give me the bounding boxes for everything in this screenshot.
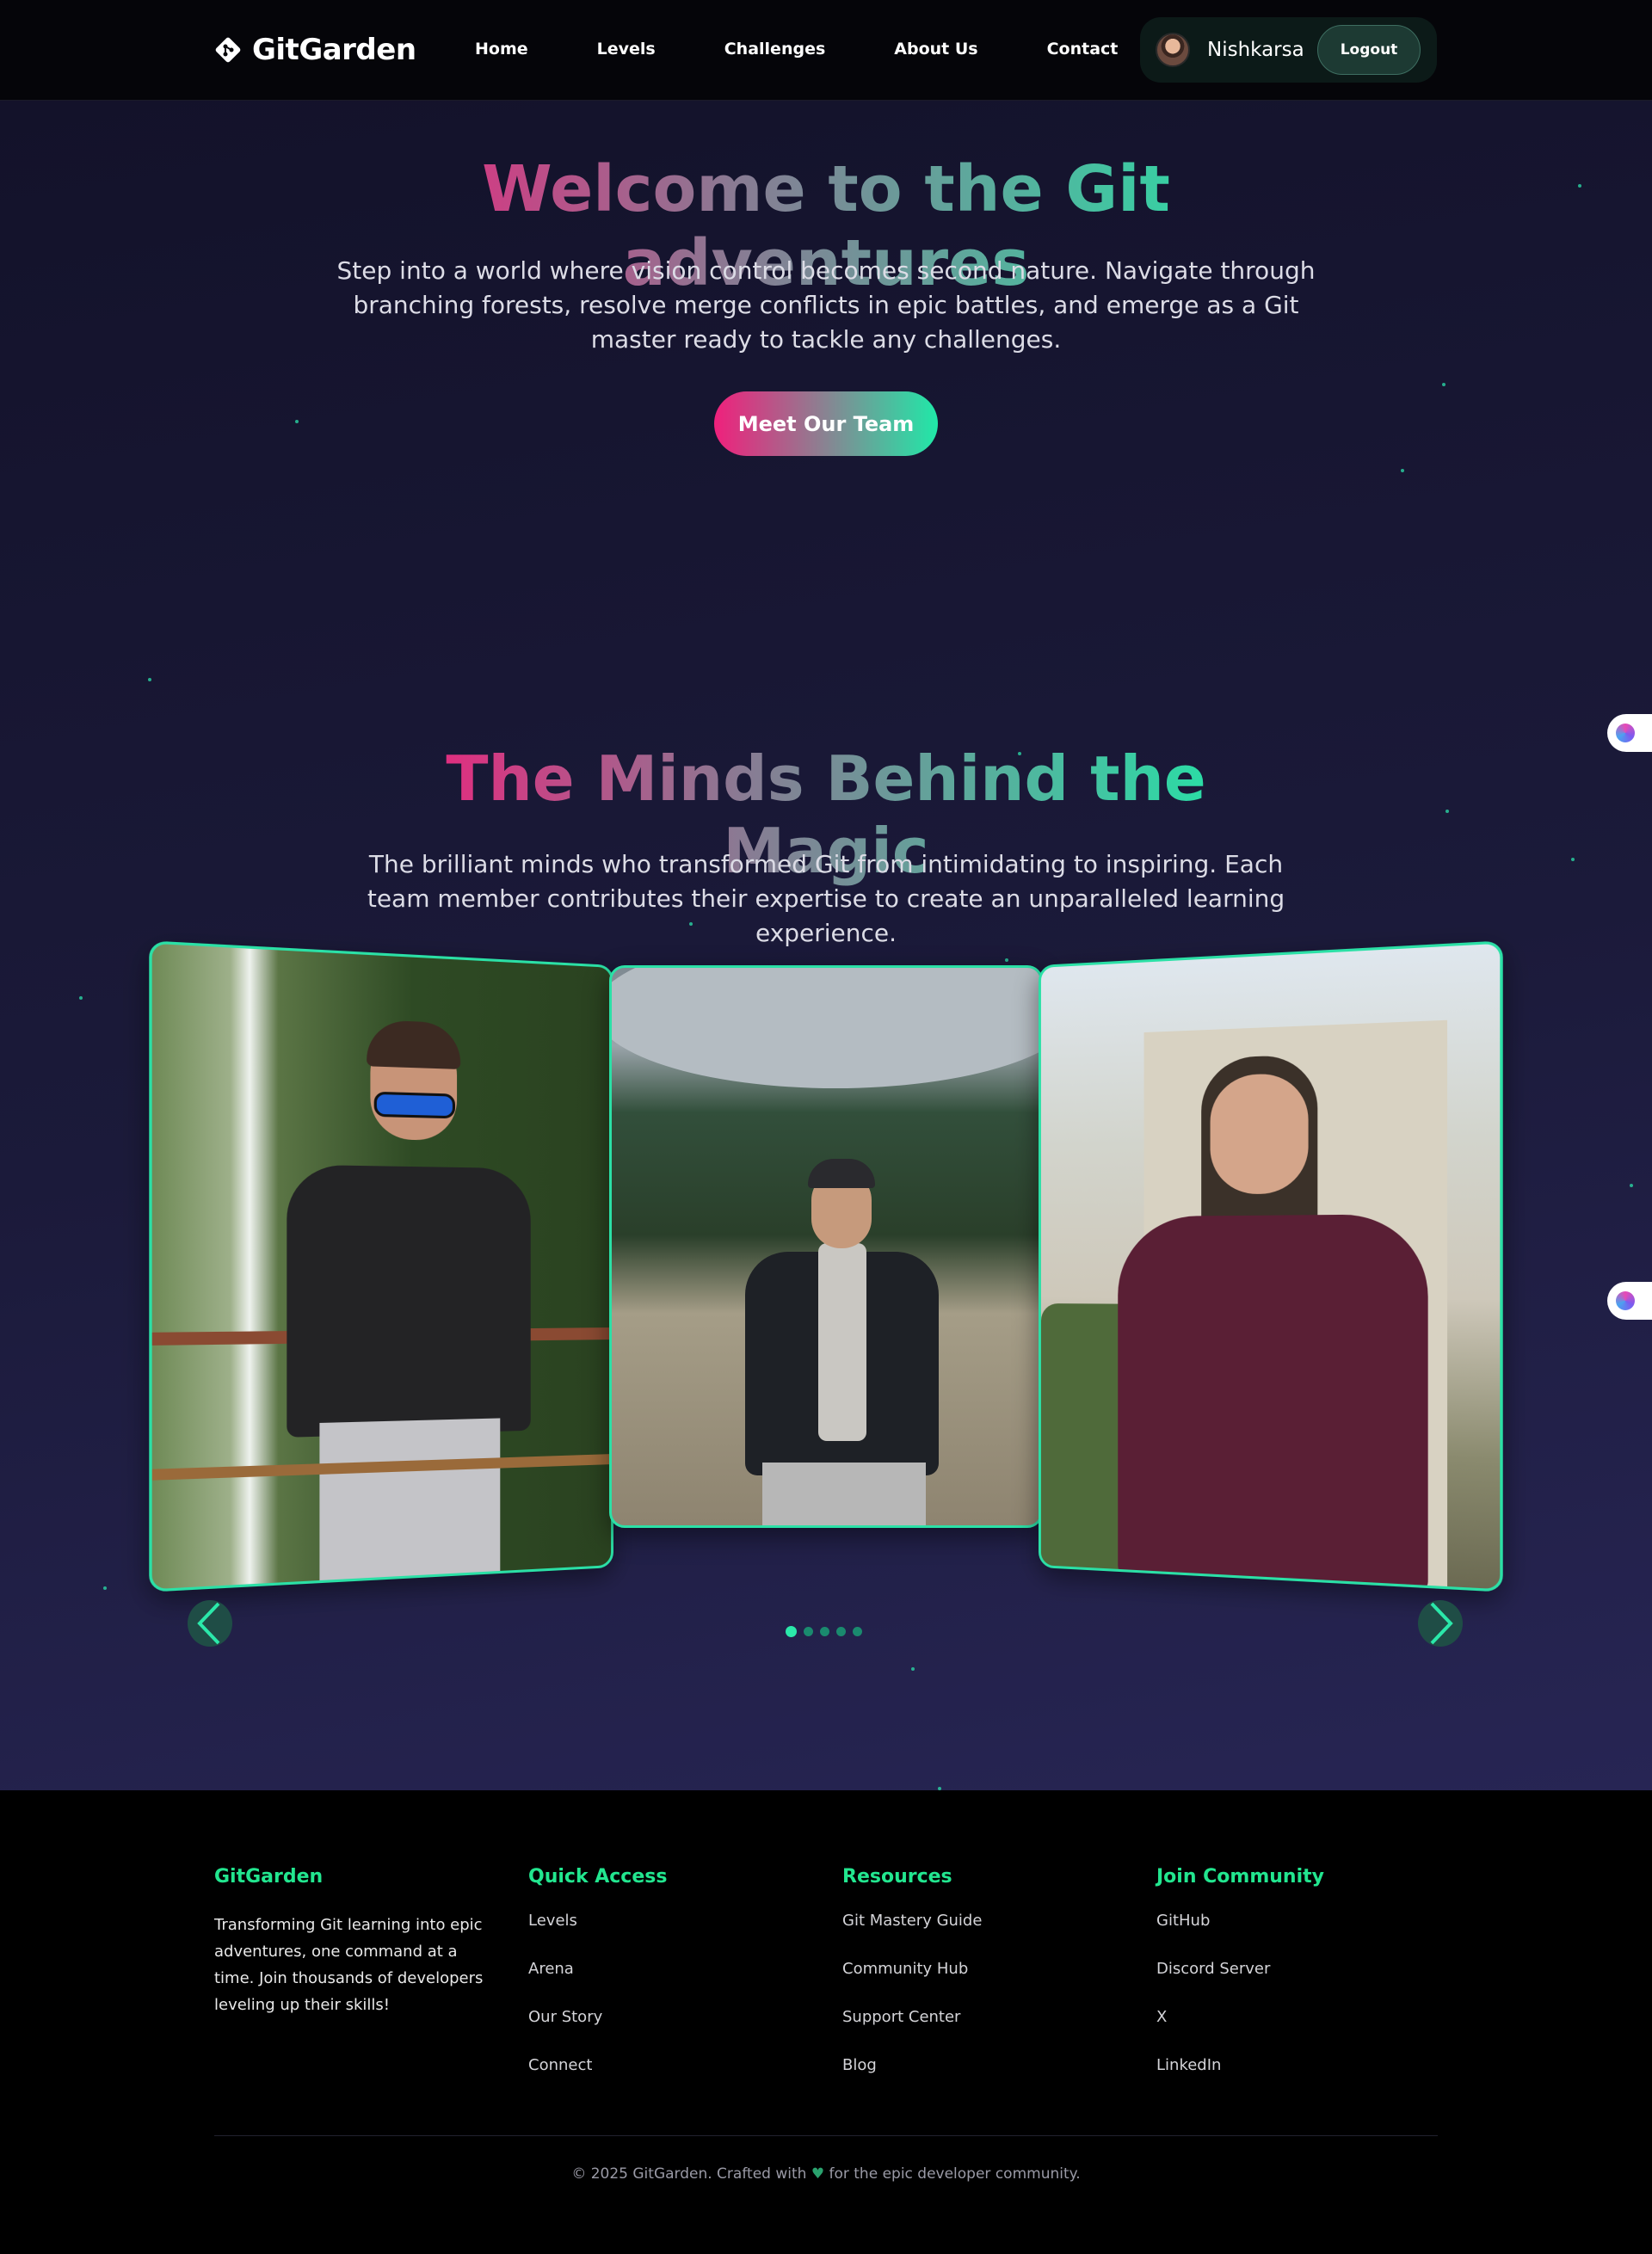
- username: Nishkarsa: [1207, 39, 1304, 61]
- logo-text: GitGarden: [252, 33, 416, 67]
- star-dot: [148, 678, 151, 681]
- logo[interactable]: GitGarden: [214, 33, 416, 67]
- git-logo-icon: [215, 37, 241, 63]
- star-dot: [1446, 810, 1449, 813]
- photo-person: [808, 1159, 875, 1188]
- photo-person: [1118, 1214, 1428, 1592]
- meet-our-team-button[interactable]: Meet Our Team: [714, 391, 938, 456]
- star-dot: [911, 1667, 915, 1671]
- carousel-dot-2[interactable]: [804, 1627, 813, 1636]
- carousel-next-button[interactable]: [1418, 1600, 1463, 1647]
- footer-link-connect[interactable]: Connect: [528, 2056, 667, 2104]
- brain-icon: [1616, 724, 1635, 742]
- photo-person: [1210, 1072, 1309, 1195]
- footer-link-discord[interactable]: Discord Server: [1156, 1960, 1324, 2008]
- hero-description: Step into a world where vision control b…: [336, 256, 1316, 354]
- photo-person: [818, 1243, 866, 1441]
- footer-quick-access-title: Quick Access: [528, 1866, 668, 1888]
- nav-link-challenges[interactable]: Challenges: [724, 40, 826, 59]
- footer-link-support-center[interactable]: Support Center: [842, 2008, 982, 2056]
- footer-link-linkedin[interactable]: LinkedIn: [1156, 2056, 1324, 2104]
- footer-resources: Resources Git Mastery Guide Community Hu…: [842, 1866, 982, 2104]
- photo-person: [287, 1164, 531, 1438]
- star-dot: [1005, 958, 1008, 962]
- footer-link-community-hub[interactable]: Community Hub: [842, 1960, 982, 2008]
- star-dot: [1630, 1184, 1633, 1187]
- carousel-prev-button[interactable]: [188, 1600, 232, 1647]
- footer: GitGarden Transforming Git learning into…: [0, 1790, 1652, 2254]
- photo-person: [373, 1091, 455, 1119]
- team-member-card-active[interactable]: [609, 965, 1043, 1528]
- photo-person: [319, 1418, 501, 1586]
- photo-person: [762, 1463, 926, 1525]
- main-content: Welcome to the Git adventures Step into …: [0, 101, 1652, 1790]
- team-carousel: [149, 940, 1503, 1592]
- copyright-text: © 2025 GitGarden. Crafted with: [571, 2165, 807, 2183]
- chevron-left-icon: [197, 1602, 220, 1645]
- top-navbar: GitGarden Home Levels Challenges About U…: [0, 0, 1652, 101]
- carousel-dots: [786, 1626, 862, 1637]
- logout-button[interactable]: Logout: [1317, 25, 1421, 75]
- photo-mountain: [612, 968, 1040, 1088]
- chevron-right-icon: [1430, 1602, 1453, 1645]
- star-dot: [1401, 469, 1404, 472]
- heart-icon: ♥: [811, 2165, 825, 2183]
- star-dot: [1442, 383, 1446, 386]
- carousel-dot-4[interactable]: [836, 1627, 846, 1636]
- footer-quick-access: Quick Access Levels Arena Our Story Conn…: [528, 1866, 667, 2104]
- star-dot: [79, 996, 83, 1000]
- photo-person: [367, 1019, 461, 1069]
- copyright: © 2025 GitGarden. Crafted with ♥ for the…: [0, 2165, 1652, 2183]
- star-dot: [295, 420, 299, 423]
- star-dot: [103, 1586, 107, 1590]
- footer-divider: [214, 2135, 1438, 2136]
- team-member-card[interactable]: [149, 940, 614, 1592]
- brain-icon: [1616, 1291, 1635, 1310]
- copyright-text: for the epic developer community.: [829, 2165, 1081, 2183]
- nav-link-levels[interactable]: Levels: [597, 40, 656, 59]
- footer-link-arena[interactable]: Arena: [528, 1960, 667, 2008]
- carousel-dot-3[interactable]: [820, 1627, 829, 1636]
- footer-brand-title: GitGarden: [214, 1866, 324, 1888]
- star-dot: [1578, 184, 1581, 188]
- footer-community-title: Join Community: [1156, 1866, 1324, 1888]
- nav-link-contact[interactable]: Contact: [1047, 40, 1119, 59]
- footer-resources-title: Resources: [842, 1866, 952, 1888]
- nav-link-home[interactable]: Home: [475, 40, 528, 59]
- avatar[interactable]: [1156, 33, 1190, 67]
- footer-link-x[interactable]: X: [1156, 2008, 1324, 2056]
- footer-link-github[interactable]: GitHub: [1156, 1912, 1324, 1960]
- team-section-description: The brilliant minds who transformed Git …: [367, 850, 1285, 947]
- carousel-dot-1[interactable]: [786, 1626, 797, 1637]
- footer-community: Join Community GitHub Discord Server X L…: [1156, 1866, 1324, 2104]
- user-box: Nishkarsa Logout: [1140, 17, 1437, 83]
- nav-links: Home Levels Challenges About Us Contact: [475, 40, 1118, 59]
- team-member-card[interactable]: [1039, 940, 1503, 1592]
- floating-assistant-button[interactable]: [1607, 1282, 1652, 1320]
- footer-link-levels[interactable]: Levels: [528, 1912, 667, 1960]
- footer-link-git-mastery-guide[interactable]: Git Mastery Guide: [842, 1912, 982, 1960]
- nav-link-about-us[interactable]: About Us: [894, 40, 977, 59]
- footer-brand: GitGarden Transforming Git learning into…: [214, 1866, 498, 2018]
- footer-link-our-story[interactable]: Our Story: [528, 2008, 667, 2056]
- footer-link-blog[interactable]: Blog: [842, 2056, 982, 2104]
- floating-assistant-button[interactable]: [1607, 714, 1652, 752]
- star-dot: [1571, 858, 1575, 861]
- carousel-dot-5[interactable]: [853, 1627, 862, 1636]
- footer-brand-text: Transforming Git learning into epic adve…: [214, 1916, 484, 2014]
